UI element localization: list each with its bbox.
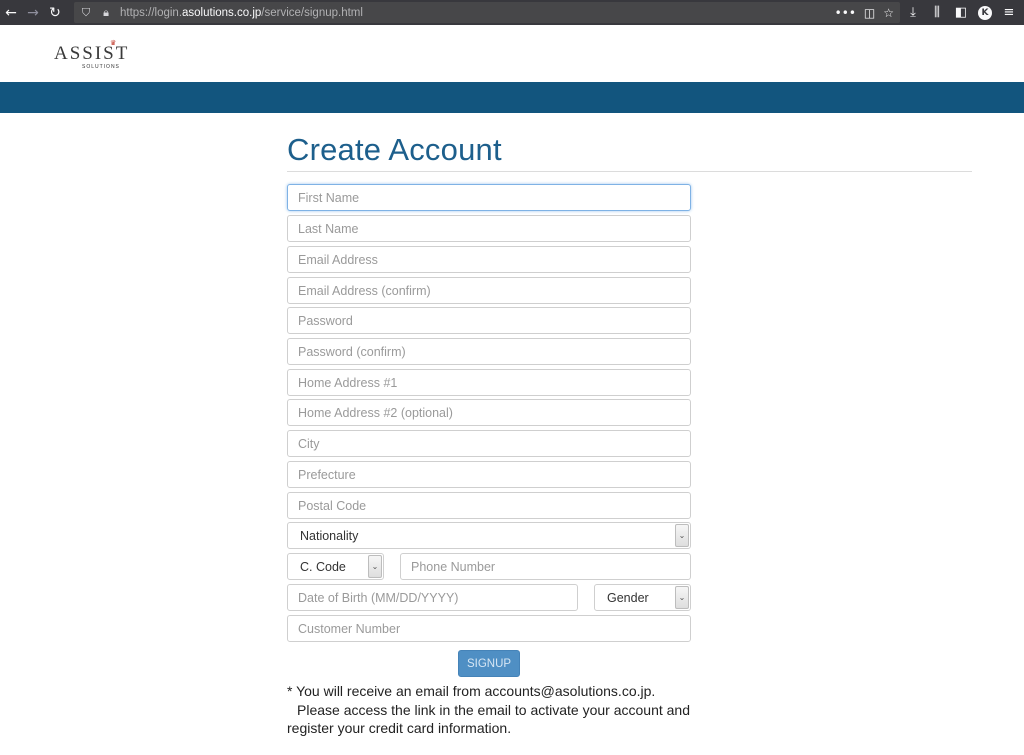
header-band xyxy=(0,82,1024,113)
signup-button[interactable]: SIGNUP xyxy=(458,650,520,677)
address-bar[interactable]: ⛉ 🔒︎ https://login.asolutions.co.jp/serv… xyxy=(74,2,900,23)
sidebar-icon[interactable]: ◧ xyxy=(950,0,972,25)
site-header: ♛ ASSIST SOLUTIONS xyxy=(0,25,1024,82)
email-notice-line-1: * You will receive an email from account… xyxy=(287,683,656,699)
email-notice-line-2: Please access the link in the email to a… xyxy=(297,701,690,718)
tracking-shield-icon[interactable]: ⛉ xyxy=(78,2,94,23)
email-notice-line-3: register your credit card information. xyxy=(287,720,512,736)
more-actions-icon[interactable]: ••• xyxy=(835,6,856,20)
first-name-input[interactable] xyxy=(287,184,691,211)
prefecture-input[interactable] xyxy=(287,461,691,488)
page-title: Create Account xyxy=(287,132,502,167)
email-input[interactable] xyxy=(287,246,691,273)
lock-icon[interactable]: 🔒︎ xyxy=(98,2,114,23)
phone-number-input[interactable] xyxy=(400,553,691,580)
chevron-down-icon[interactable]: ⌄ xyxy=(675,524,689,547)
chevron-down-icon[interactable]: ⌄ xyxy=(368,555,382,578)
title-divider xyxy=(287,171,972,172)
nationality-select[interactable]: Nationality ⌄ xyxy=(287,522,691,549)
gender-select-value: Gender xyxy=(607,590,649,605)
url-text[interactable]: https://login.asolutions.co.jp/service/s… xyxy=(120,7,363,19)
browser-toolbar: ← → ↻ ⛉ 🔒︎ https://login.asolutions.co.j… xyxy=(0,0,1024,25)
reload-icon[interactable]: ↻ xyxy=(44,0,66,25)
logo-subtext: SOLUTIONS xyxy=(82,64,120,70)
city-input[interactable] xyxy=(287,430,691,457)
chevron-down-icon[interactable]: ⌄ xyxy=(675,586,689,609)
bookmark-star-icon[interactable]: ☆ xyxy=(883,6,894,20)
back-arrow-icon[interactable]: ← xyxy=(0,0,22,25)
email-notice: * You will receive an email from account… xyxy=(287,682,707,738)
password-input[interactable] xyxy=(287,307,691,334)
account-icon[interactable]: K xyxy=(974,0,996,25)
gender-select[interactable]: Gender ⌄ xyxy=(594,584,691,611)
forward-arrow-icon[interactable]: → xyxy=(22,0,44,25)
date-of-birth-input[interactable] xyxy=(287,584,578,611)
hamburger-menu-icon[interactable]: ≡ xyxy=(998,0,1020,25)
account-avatar: K xyxy=(978,5,992,20)
home-address-2-input[interactable] xyxy=(287,399,691,426)
customer-number-input[interactable] xyxy=(287,615,691,642)
site-logo[interactable]: ♛ ASSIST SOLUTIONS xyxy=(54,39,144,73)
last-name-input[interactable] xyxy=(287,215,691,242)
download-icon[interactable]: ⤓ xyxy=(902,0,924,25)
home-address-1-input[interactable] xyxy=(287,369,691,396)
country-code-select[interactable]: C. Code ⌄ xyxy=(287,553,384,580)
library-icon[interactable]: ⫼ xyxy=(926,0,948,25)
country-code-select-value: C. Code xyxy=(300,559,346,574)
email-confirm-input[interactable] xyxy=(287,277,691,304)
nationality-select-value: Nationality xyxy=(300,528,359,543)
password-confirm-input[interactable] xyxy=(287,338,691,365)
pocket-icon[interactable]: ◫ xyxy=(864,6,875,20)
postal-code-input[interactable] xyxy=(287,492,691,519)
logo-text: ASSIST xyxy=(54,43,130,64)
